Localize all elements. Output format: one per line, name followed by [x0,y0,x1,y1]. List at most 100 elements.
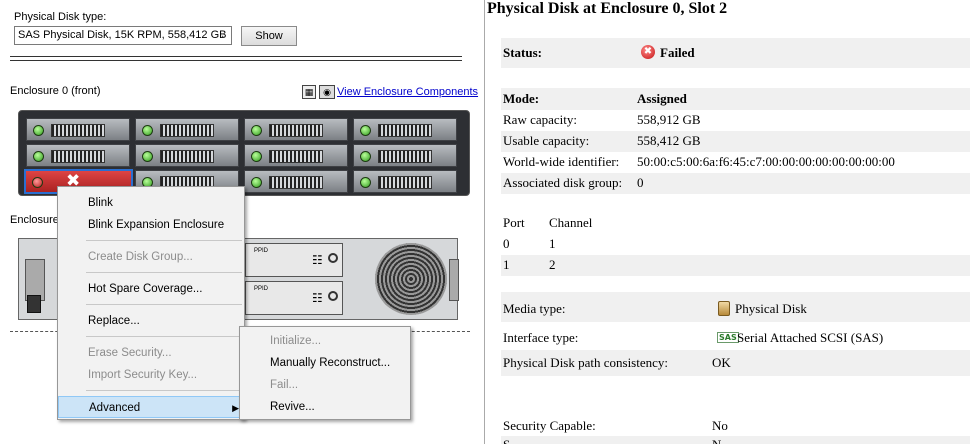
network-port-icon: ☷ [312,291,323,305]
status-led-icon [360,177,371,188]
menu-item-import-security-key[interactable]: Import Security Key... [58,364,244,386]
enclosure0-label: Enclosure 0 (front) [10,85,101,97]
submenu-arrow-icon: ▶ [232,403,239,413]
vent [51,150,105,163]
menu-item-hot-spare-coverage[interactable]: Hot Spare Coverage... [58,278,244,300]
port-cell: 0 [503,236,510,251]
row-band [501,436,970,444]
menu-item-fail[interactable]: Fail... [240,374,410,396]
status-band [501,38,970,68]
status-led-icon [360,125,371,136]
menu-separator [86,390,242,391]
disk-slot[interactable] [353,144,457,167]
disk-slot[interactable] [135,118,239,141]
divider [10,60,462,61]
vent [269,176,323,189]
disk-properties-pane: Physical Disk at Enclosure 0, Slot 2 Sta… [484,0,970,444]
disk-slot[interactable] [353,118,457,141]
wwid-value: 50:00:c5:00:6a:f6:45:c7:00:00:00:00:00:0… [637,154,895,169]
advanced-submenu: Initialize... Manually Reconstruct... Fa… [239,326,411,420]
psu-module: PPID ☷ [245,281,343,315]
menu-item-advanced-label: Advanced [89,402,141,414]
raw-capacity-value: 558,912 GB [637,112,701,127]
status-led-icon [33,125,44,136]
disk-slot[interactable] [244,118,348,141]
vent [269,124,323,137]
components-grid-icon[interactable]: ▦ [302,85,316,99]
vent [160,150,214,163]
enclosure0-front-panel: ✖ [18,110,470,196]
menu-separator [86,272,242,273]
path-consistency-value: OK [712,355,731,370]
disk-icon [718,301,730,316]
channel-header: Channel [549,215,593,230]
security-capable-value: No [712,418,728,433]
mode-label: Mode: [503,91,540,106]
view-enclosure-components-link[interactable]: View Enclosure Components [337,86,478,98]
partial-value: N [712,437,721,444]
menu-separator [86,304,242,305]
port-cell: 1 [503,257,510,272]
mode-value: Assigned [637,91,687,106]
menu-item-erase-security[interactable]: Erase Security... [58,342,244,364]
menu-item-create-disk-group[interactable]: Create Disk Group... [58,246,244,268]
power-switch-icon [27,295,41,313]
menu-item-blink[interactable]: Blink [58,192,244,214]
vent [269,150,323,163]
disk-slot[interactable] [135,144,239,167]
status-label: Status: [503,45,543,60]
menu-item-advanced[interactable]: Advanced ▶ [58,396,244,418]
menu-separator [86,240,242,241]
vent [378,124,432,137]
menu-item-revive[interactable]: Revive... [240,396,410,418]
status-led-icon [142,151,153,162]
usable-capacity-value: 558,412 GB [637,133,701,148]
disk-slot[interactable] [26,144,130,167]
media-type-value: Physical Disk [735,301,807,316]
vent [51,124,105,137]
disk-type-label: Physical Disk type: [14,11,107,23]
status-led-icon [251,125,262,136]
media-type-label: Media type: [503,301,566,316]
handle [449,259,459,301]
fan-icon [375,243,447,315]
disk-slot[interactable] [353,170,457,193]
page-title: Physical Disk at Enclosure 0, Slot 2 [487,0,728,17]
divider [10,56,462,57]
partial-label: S [503,437,510,444]
status-led-icon [360,151,371,162]
channel-cell: 1 [549,236,556,251]
disk-type-select[interactable]: SAS Physical Disk, 15K RPM, 558,412 GB ⌄ [14,26,232,45]
disk-type-value: SAS Physical Disk, 15K RPM, 558,412 GB [18,29,227,41]
disk-slot[interactable] [244,170,348,193]
status-led-icon [142,125,153,136]
path-consistency-label: Physical Disk path consistency: [503,355,669,370]
interface-type-label: Interface type: [503,330,579,345]
menu-item-manually-reconstruct[interactable]: Manually Reconstruct... [240,352,410,374]
show-button[interactable]: Show [241,26,297,46]
status-led-icon [32,177,43,188]
disk-slot[interactable] [244,144,348,167]
disk-slot[interactable] [26,118,130,141]
associated-disk-group-value: 0 [637,175,644,190]
menu-separator [86,336,242,337]
mode-band [501,88,970,110]
vent [378,176,432,189]
menu-item-replace[interactable]: Replace... [58,310,244,332]
wwid-label: World-wide identifier: [503,154,620,169]
disk-context-menu: Blink Blink Expansion Enclosure Create D… [57,186,245,420]
port-header: Port [503,215,525,230]
port-icon [328,253,338,263]
usable-capacity-label: Usable capacity: [503,133,590,148]
associated-disk-group-label: Associated disk group: [503,175,623,190]
camera-icon[interactable]: ◉ [319,85,335,99]
failed-icon: ✖ [641,45,655,59]
ppid-label: PPID [254,248,269,254]
enclosure-label: Enclosure [10,214,59,226]
chevron-down-icon[interactable]: ⌄ [220,27,228,44]
status-led-icon [33,151,44,162]
vent [378,150,432,163]
menu-item-blink-expansion-enclosure[interactable]: Blink Expansion Enclosure [58,214,244,236]
status-led-icon [251,151,262,162]
menu-item-initialize[interactable]: Initialize... [240,330,410,352]
